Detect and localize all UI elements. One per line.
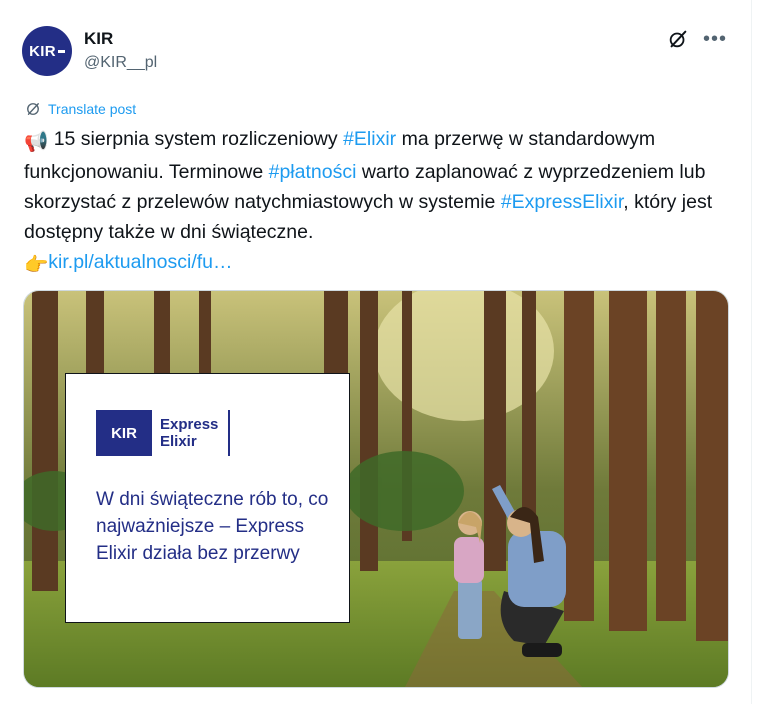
translate-post-link[interactable]: Translate post	[24, 100, 136, 118]
avatar[interactable]: KIR	[22, 26, 72, 76]
hashtag-platnosci[interactable]: #płatności	[269, 161, 357, 183]
kir-logo-text: KIR	[111, 424, 137, 442]
logo-title-line1: Express	[160, 416, 219, 433]
author-handle[interactable]: @KIR__pl	[84, 54, 157, 72]
post-text-part1: 15 sierpnia system rozliczeniowy	[48, 128, 344, 150]
post-media-image[interactable]: KIR Express Elixir W dni świąteczne rób …	[23, 290, 729, 688]
avatar-logo-dash	[57, 49, 65, 53]
express-elixir-wordmark: Express Elixir	[160, 416, 218, 450]
avatar-logo-text: KIR	[29, 42, 56, 60]
author-name[interactable]: KIR	[84, 29, 113, 49]
hashtag-elixir[interactable]: #Elixir	[343, 128, 396, 150]
post-card: KIR KIR @KIR__pl ••• Translate post 📢 15…	[0, 0, 752, 704]
logo-title-line2: Elixir	[160, 433, 197, 450]
post-link[interactable]: kir.pl/aktualnosci/fu…	[48, 251, 232, 273]
kir-logo: KIR	[96, 410, 152, 456]
promo-card: KIR Express Elixir W dni świąteczne rób …	[65, 373, 350, 623]
promo-caption: W dni świąteczne rób to, co najważniejsz…	[96, 489, 329, 564]
megaphone-icon: 📢	[24, 131, 49, 153]
post-text: 📢 15 sierpnia system rozliczeniowy #Elix…	[24, 124, 739, 280]
express-elixir-logo: KIR Express Elixir	[96, 410, 231, 456]
pointing-hand-icon: 👉	[24, 254, 49, 276]
grok-icon[interactable]	[667, 28, 689, 50]
logo-divider	[228, 410, 231, 456]
hashtag-expresselixir[interactable]: #ExpressElixir	[501, 191, 623, 213]
more-icon[interactable]: •••	[703, 29, 727, 49]
translate-icon	[27, 103, 39, 115]
post-actions-top: •••	[667, 28, 727, 50]
translate-label: Translate post	[48, 101, 137, 117]
